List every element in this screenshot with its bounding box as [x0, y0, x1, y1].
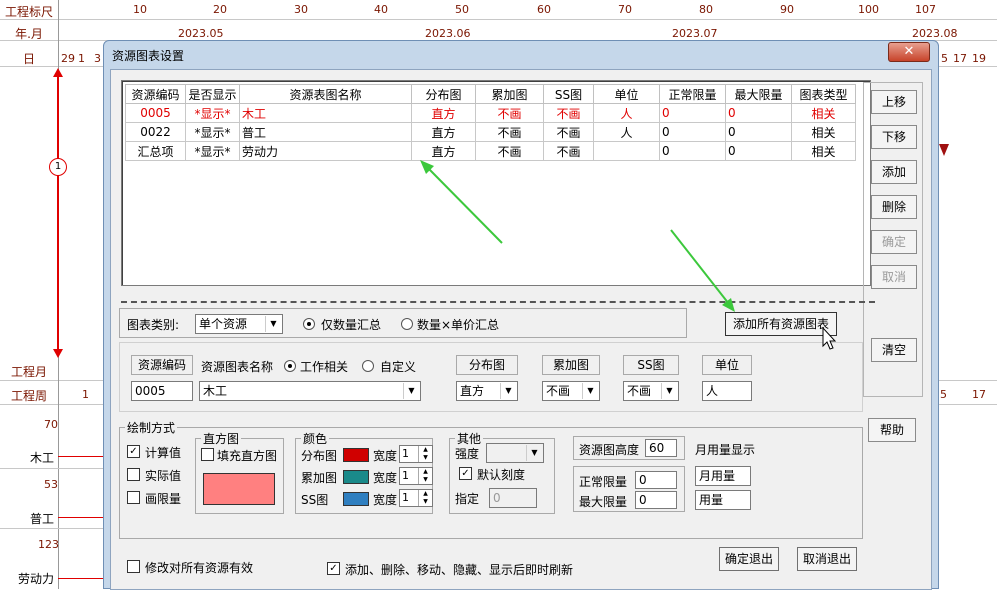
green-arrowhead-icon	[722, 298, 735, 312]
green-arrow-line	[427, 167, 503, 244]
mouse-cursor-icon	[822, 326, 837, 350]
annotation-arrows	[420, 160, 837, 350]
green-arrow-line	[670, 229, 730, 305]
